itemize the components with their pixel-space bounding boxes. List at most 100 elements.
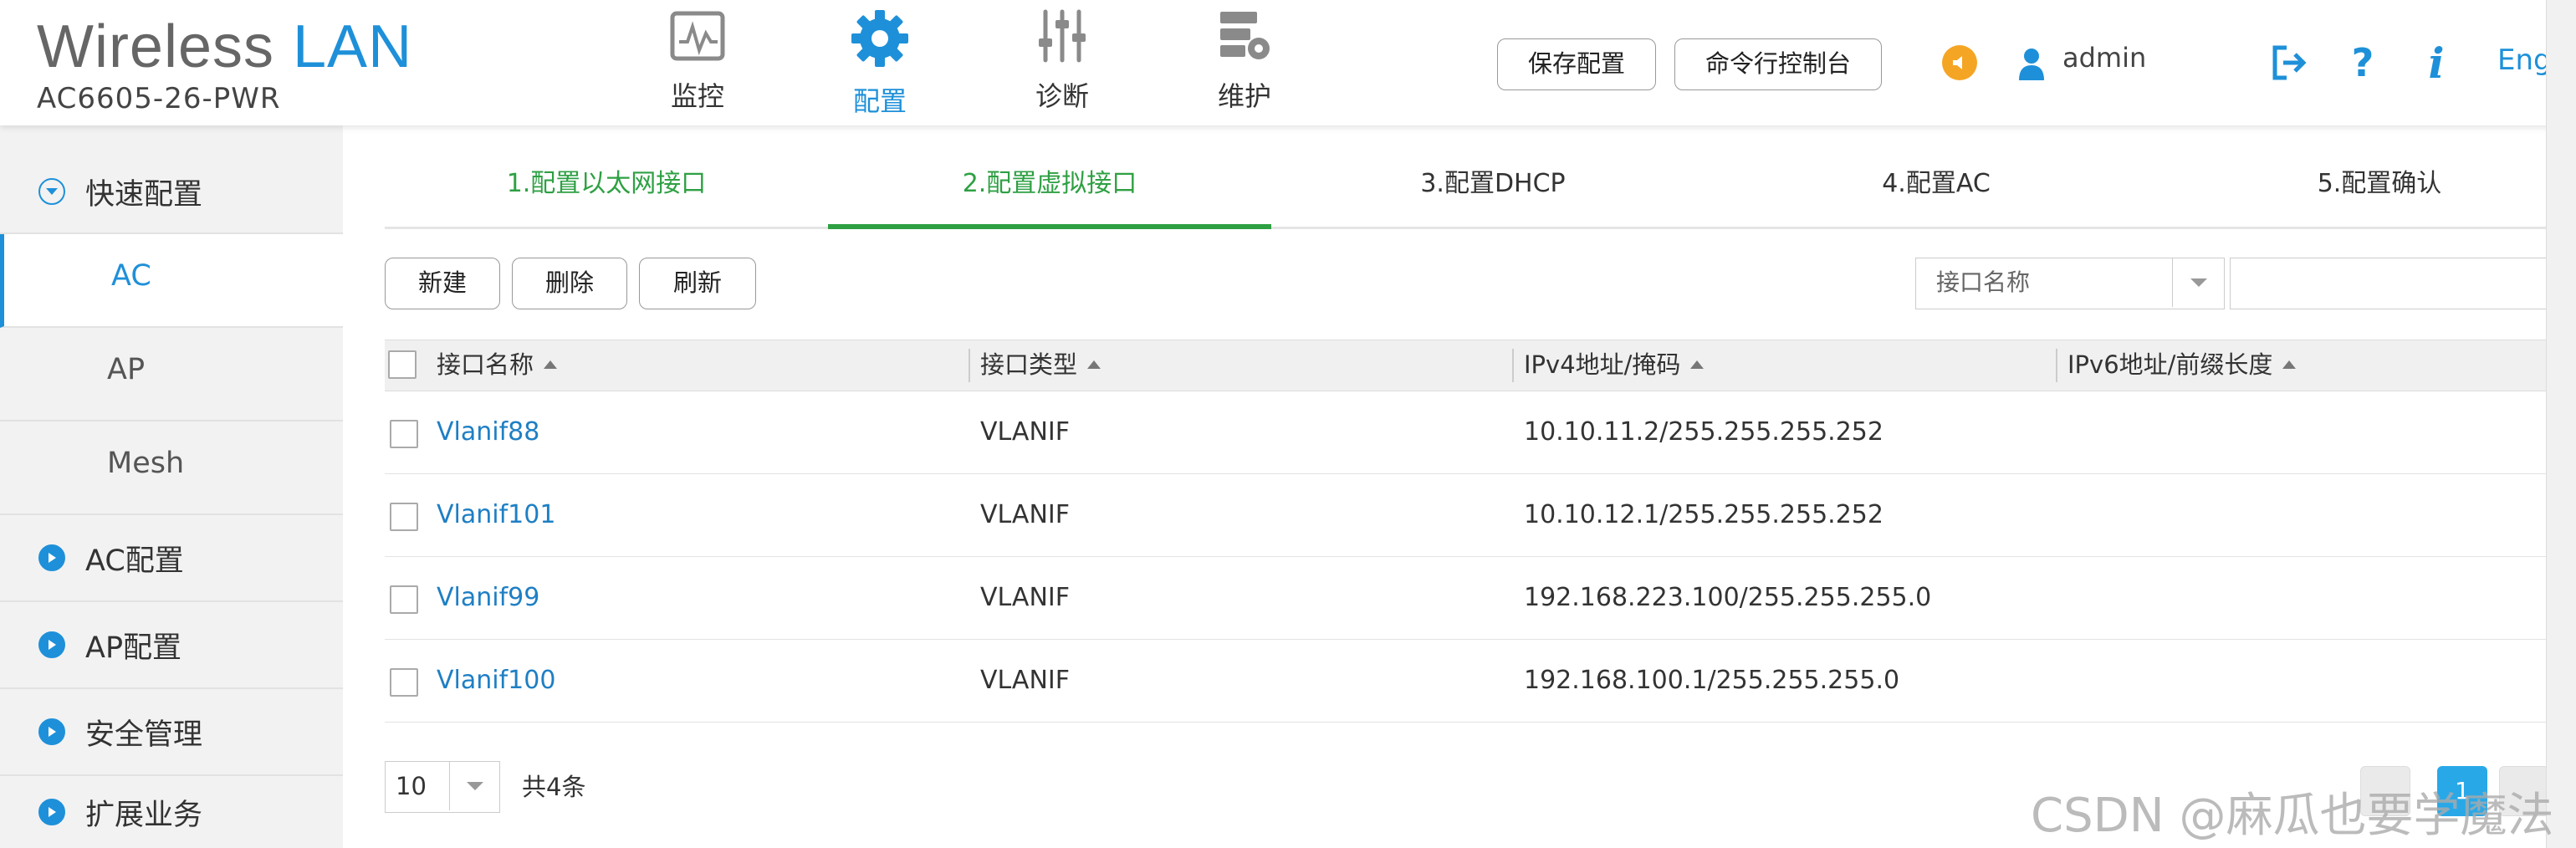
col-header-label: IPv6地址/前缀长度 <box>2067 350 2273 379</box>
sidebar-item-label: AC配置 <box>85 544 184 578</box>
row-checkbox[interactable] <box>390 420 418 448</box>
help-icon[interactable]: ? <box>2342 40 2384 85</box>
user-icon <box>2017 47 2046 84</box>
row-checkbox[interactable] <box>390 585 418 614</box>
brand-title-wireless: Wireless <box>37 13 275 80</box>
column-divider[interactable] <box>1512 349 1514 382</box>
sidebar-item-label: 快速配置 <box>85 177 203 212</box>
chevron-down-icon <box>38 178 65 205</box>
sliders-icon <box>1032 8 1092 64</box>
sort-asc-icon <box>1087 360 1101 369</box>
interface-name-link[interactable]: Vlanif100 <box>437 640 555 722</box>
sidebar-group-security[interactable]: 安全管理 <box>0 689 343 776</box>
wizard-steps: 1.配置以太网接口 2.配置虚拟接口 3.配置DHCP 4.配置AC 5.配置确… <box>385 159 2546 229</box>
top-nav: 监控 配置 诊断 维护 <box>606 5 1336 117</box>
sidebar-group-quick-config[interactable]: 快速配置 <box>0 151 343 234</box>
step-ac[interactable]: 4.配置AC <box>1715 159 2158 229</box>
chevron-right-icon <box>38 718 65 745</box>
cli-console-button[interactable]: 命令行控制台 <box>1674 38 1883 90</box>
step-virtual-interface[interactable]: 2.配置虚拟接口 <box>828 159 1271 229</box>
sidebar-item-label: 安全管理 <box>85 718 203 752</box>
delete-button[interactable]: 删除 <box>512 258 627 309</box>
topnav-label: 监控 <box>670 80 724 112</box>
column-divider[interactable] <box>2056 349 2057 382</box>
topnav-label: 配置 <box>852 85 907 117</box>
col-header-label: 接口名称 <box>437 350 534 379</box>
interface-type: VLANIF <box>980 583 1070 612</box>
chevron-down-icon[interactable] <box>449 762 499 810</box>
sidebar-item-mesh[interactable]: Mesh <box>0 421 343 515</box>
filter-field-select[interactable]: 接口名称 <box>1915 258 2225 309</box>
sidebar-item-ap[interactable]: AP <box>0 328 343 421</box>
sidebar-item-label: 扩展业务 <box>85 798 203 832</box>
logout-icon[interactable] <box>2268 42 2310 84</box>
brand: Wireless LAN AC6605-26-PWR <box>37 13 412 115</box>
row-checkbox[interactable] <box>390 668 418 697</box>
new-button[interactable]: 新建 <box>385 258 500 309</box>
total-count: 共4条 <box>522 773 586 801</box>
gear-icon <box>850 8 910 69</box>
interface-name-link[interactable]: Vlanif99 <box>437 557 539 639</box>
ipv4-address: 10.10.12.1/255.255.255.252 <box>1524 500 1883 529</box>
sidebar-item-label: AP <box>107 353 146 386</box>
topnav-label: 维护 <box>1217 80 1271 112</box>
sidebar-item-label: Mesh <box>107 447 185 480</box>
chevron-down-icon[interactable] <box>2172 258 2224 307</box>
column-divider[interactable] <box>969 349 970 382</box>
ipv4-address: 10.10.11.2/255.255.255.252 <box>1524 417 1883 447</box>
sidebar-item-label: AP配置 <box>85 631 182 665</box>
refresh-button[interactable]: 刷新 <box>639 258 756 309</box>
step-confirm[interactable]: 5.配置确认 <box>2158 159 2576 229</box>
interface-name-link[interactable]: Vlanif101 <box>437 474 555 556</box>
interface-table: 接口名称 接口类型 IPv4地址/掩码 IPv6地址/前缀长度 Vlanif88… <box>385 340 2546 723</box>
col-header-label: 接口类型 <box>980 350 1078 379</box>
col-header-type[interactable]: 接口类型 <box>980 340 1101 389</box>
col-header-name[interactable]: 接口名称 <box>437 340 558 389</box>
username[interactable]: admin <box>2062 42 2146 74</box>
interface-type: VLANIF <box>980 417 1070 447</box>
vertical-scrollbar[interactable] <box>2546 0 2576 848</box>
select-all-checkbox[interactable] <box>388 350 417 379</box>
save-config-button[interactable]: 保存配置 <box>1497 38 1657 90</box>
sidebar-group-ac-config[interactable]: AC配置 <box>0 515 343 602</box>
chevron-right-icon <box>38 544 65 571</box>
topnav-diagnose[interactable]: 诊断 <box>971 5 1153 114</box>
table-header: 接口名称 接口类型 IPv4地址/掩码 IPv6地址/前缀长度 <box>385 340 2546 391</box>
row-checkbox[interactable] <box>390 503 418 531</box>
maintenance-icon <box>1214 8 1275 64</box>
device-model: AC6605-26-PWR <box>37 82 281 115</box>
sort-asc-icon <box>544 360 558 369</box>
table-row[interactable]: Vlanif101 VLANIF 10.10.12.1/255.255.255.… <box>385 474 2546 557</box>
page: Wireless LAN AC6605-26-PWR 监控 配置 诊断 维护 保… <box>0 0 2576 848</box>
next-page-button[interactable] <box>2499 766 2549 816</box>
topnav-maintain[interactable]: 维护 <box>1153 5 1336 114</box>
table-row[interactable]: Vlanif100 VLANIF 192.168.100.1/255.255.2… <box>385 640 2546 723</box>
speaker-icon[interactable] <box>1942 45 1977 80</box>
topnav-label: 诊断 <box>1035 80 1089 112</box>
page-size-value: 10 <box>396 772 427 800</box>
search-input[interactable] <box>2230 258 2548 309</box>
step-ethernet[interactable]: 1.配置以太网接口 <box>385 159 828 229</box>
sidebar-item-ac[interactable]: AC <box>0 234 343 328</box>
topnav-config[interactable]: 配置 <box>789 5 971 117</box>
step-dhcp[interactable]: 3.配置DHCP <box>1271 159 1715 229</box>
page-size-select[interactable]: 10 <box>385 761 500 813</box>
col-header-ipv6[interactable]: IPv6地址/前缀长度 <box>2067 340 2297 389</box>
ipv4-address: 192.168.223.100/255.255.255.0 <box>1524 583 1932 612</box>
table-row[interactable]: Vlanif88 VLANIF 10.10.11.2/255.255.255.2… <box>385 391 2546 474</box>
filter-field-value: 接口名称 <box>1936 268 2031 296</box>
current-page-button[interactable]: 1 <box>2437 766 2487 816</box>
col-header-ipv4[interactable]: IPv4地址/掩码 <box>1524 340 1705 389</box>
sidebar-group-ap-config[interactable]: AP配置 <box>0 602 343 689</box>
language-switch[interactable]: Eng <box>2497 43 2552 77</box>
table-row[interactable]: Vlanif99 VLANIF 192.168.223.100/255.255.… <box>385 557 2546 640</box>
info-icon[interactable]: i <box>2415 38 2457 88</box>
pagination: 10 共4条 1 <box>385 761 2549 820</box>
ipv4-address: 192.168.100.1/255.255.255.0 <box>1524 666 1900 695</box>
prev-page-button[interactable] <box>2360 766 2410 816</box>
interface-name-link[interactable]: Vlanif88 <box>437 391 539 473</box>
monitor-icon <box>667 8 728 64</box>
top-header: Wireless LAN AC6605-26-PWR 监控 配置 诊断 维护 保… <box>0 0 2576 125</box>
topnav-monitor[interactable]: 监控 <box>606 5 789 114</box>
sidebar-group-extended[interactable]: 扩展业务 <box>0 776 343 848</box>
